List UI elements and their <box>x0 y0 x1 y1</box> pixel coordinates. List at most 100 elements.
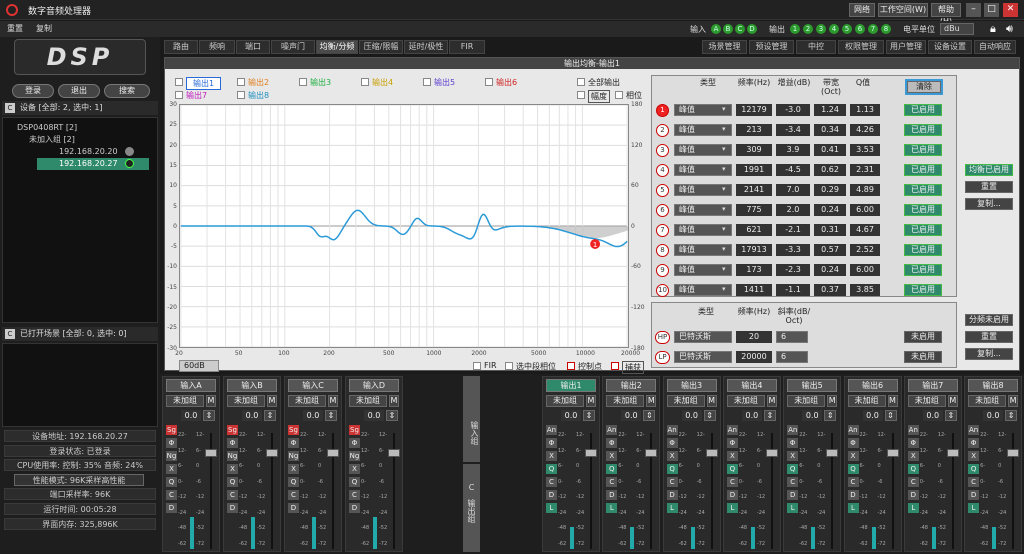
tree-group[interactable]: 未加入组 [2] <box>29 134 75 146</box>
tab-1[interactable]: 频响 <box>199 40 235 54</box>
band-q-4[interactable]: 2.31 <box>850 164 880 176</box>
group-select-out-1[interactable]: 未加组 <box>606 395 645 407</box>
clear-button[interactable]: 清除 <box>905 79 943 95</box>
channel-name-out-3[interactable]: 输出4 <box>726 379 777 392</box>
band-q-6[interactable]: 6.00 <box>850 204 880 216</box>
group-select-in-2[interactable]: 未加组 <box>288 395 326 407</box>
all-outputs-checkbox[interactable] <box>577 78 585 86</box>
info-line-3[interactable]: 性能模式: 96K采样高性能 <box>14 473 144 486</box>
channel-btn-D[interactable]: D <box>349 503 360 513</box>
band-q-8[interactable]: 2.52 <box>850 244 880 256</box>
level-value-in-0[interactable]: 0.0 <box>181 410 201 421</box>
band-bw-9[interactable]: 0.24 <box>814 264 846 276</box>
legend-checkbox-3[interactable] <box>361 78 369 86</box>
band-bw-6[interactable]: 0.24 <box>814 204 846 216</box>
band-q-10[interactable]: 3.85 <box>850 284 880 296</box>
legend-checkbox-6[interactable] <box>175 91 183 99</box>
mgmt-tab-3[interactable]: 权限管理 <box>838 40 884 54</box>
channel-btn-Φ[interactable]: Φ <box>349 438 360 448</box>
channel-name-out-6[interactable]: 输出7 <box>907 379 958 392</box>
tree-device-2[interactable]: 192.168.20.27 <box>59 158 118 170</box>
eq-side-button-0[interactable]: 均衡已启用 <box>965 164 1013 176</box>
channel-btn-X[interactable]: X <box>166 464 177 474</box>
mute-button-out-7[interactable]: M <box>1008 395 1019 407</box>
fader-handle[interactable] <box>585 449 597 457</box>
band-bw-4[interactable]: 0.62 <box>814 164 846 176</box>
input-group-button[interactable]: 输入组 <box>463 376 480 462</box>
band-bw-10[interactable]: 0.37 <box>814 284 846 296</box>
band-q-2[interactable]: 4.26 <box>850 124 880 136</box>
legend-checkbox-2[interactable] <box>299 78 307 86</box>
tab-6[interactable]: 延时/极性 <box>404 40 448 54</box>
band-number-10[interactable]: 10 <box>656 284 669 297</box>
level-value-in-1[interactable]: 0.0 <box>242 410 262 421</box>
channel-btn-X[interactable]: X <box>227 464 238 474</box>
legend-output-8[interactable]: 输出8 <box>248 90 269 101</box>
channel-name-in-2[interactable]: 输入C <box>288 379 338 392</box>
channel-btn-An[interactable]: An <box>907 425 919 435</box>
channel-btn-Ng[interactable]: Ng <box>227 451 238 461</box>
band-bw-7[interactable]: 0.31 <box>814 224 846 236</box>
eq-side-button-2[interactable]: 复制... <box>965 198 1013 210</box>
channel-btn-X[interactable]: X <box>787 451 799 461</box>
level-unit-select[interactable]: dBu <box>940 23 974 35</box>
level-spin-icon[interactable]: ⇕ <box>325 410 337 421</box>
fir-checkbox[interactable] <box>473 362 481 370</box>
channel-btn-An[interactable]: An <box>606 425 618 435</box>
band-number-7[interactable]: 7 <box>656 224 669 237</box>
channel-btn-C[interactable]: C <box>349 490 360 500</box>
channel-btn-X[interactable]: X <box>288 464 299 474</box>
channel-btn-Φ[interactable]: Φ <box>166 438 177 448</box>
band-q-9[interactable]: 6.00 <box>850 264 880 276</box>
band-q-5[interactable]: 4.89 <box>850 184 880 196</box>
mute-button-out-4[interactable]: M <box>827 395 838 407</box>
channel-name-out-7[interactable]: 输出8 <box>968 379 1019 392</box>
channel-btn-Q[interactable]: Q <box>546 464 557 474</box>
xo-freq-0[interactable]: 20 <box>736 331 772 343</box>
band-freq-4[interactable]: 1991 <box>736 164 772 176</box>
channel-btn-X[interactable]: X <box>726 451 738 461</box>
band-freq-7[interactable]: 621 <box>736 224 772 236</box>
channel-btn-D[interactable]: D <box>907 490 919 500</box>
channel-btn-Φ[interactable]: Φ <box>847 438 859 448</box>
group-select-out-3[interactable]: 未加组 <box>726 395 765 407</box>
xo-side-button-1[interactable]: 重置 <box>965 331 1013 343</box>
level-value-out-5[interactable]: 0.0 <box>862 410 883 421</box>
channel-btn-L[interactable]: L <box>546 503 557 513</box>
channel-btn-D[interactable]: D <box>726 490 738 500</box>
channel-btn-L[interactable]: L <box>968 503 980 513</box>
channel-btn-D[interactable]: D <box>166 503 177 513</box>
band-number-4[interactable]: 4 <box>656 164 669 177</box>
channel-name-in-0[interactable]: 输入A <box>166 379 216 392</box>
mgmt-tab-1[interactable]: 预设管理 <box>749 40 794 54</box>
level-spin-icon[interactable]: ⇕ <box>1005 410 1018 421</box>
channel-btn-Q[interactable]: Q <box>847 464 859 474</box>
band-enable-button-2[interactable]: 已启用 <box>904 124 942 136</box>
legend-checkbox-1[interactable] <box>237 78 245 86</box>
level-spin-icon[interactable]: ⇕ <box>264 410 276 421</box>
fader-handle[interactable] <box>765 449 778 457</box>
xo-side-button-0[interactable]: 分频未启用 <box>965 314 1013 326</box>
channel-btn-An[interactable]: An <box>968 425 980 435</box>
channel-btn-Q[interactable]: Q <box>726 464 738 474</box>
band-freq-8[interactable]: 17913 <box>736 244 772 256</box>
menu-reset[interactable]: 重置 <box>3 23 27 35</box>
xo-enable-button-0[interactable]: 未启用 <box>904 331 942 343</box>
channel-btn-Q[interactable]: Q <box>666 464 678 474</box>
group-select-in-1[interactable]: 未加组 <box>227 395 265 407</box>
legend-checkbox-4[interactable] <box>423 78 431 86</box>
level-value-in-3[interactable]: 0.0 <box>364 410 384 421</box>
channel-btn-X[interactable]: X <box>847 451 859 461</box>
channel-btn-Φ[interactable]: Φ <box>227 438 238 448</box>
channel-btn-D[interactable]: D <box>968 490 980 500</box>
channel-btn-C[interactable]: C <box>606 477 618 487</box>
channel-btn-L[interactable]: L <box>726 503 738 513</box>
mgmt-tab-6[interactable]: 自动响应 <box>974 40 1016 54</box>
band-number-3[interactable]: 3 <box>656 144 669 157</box>
fader-handle[interactable] <box>886 449 899 457</box>
level-value-out-2[interactable]: 0.0 <box>681 410 702 421</box>
channel-btn-L[interactable]: L <box>606 503 618 513</box>
channel-btn-D[interactable]: D <box>847 490 859 500</box>
mute-button-in-1[interactable]: M <box>267 395 277 407</box>
band-number-8[interactable]: 8 <box>656 244 669 257</box>
